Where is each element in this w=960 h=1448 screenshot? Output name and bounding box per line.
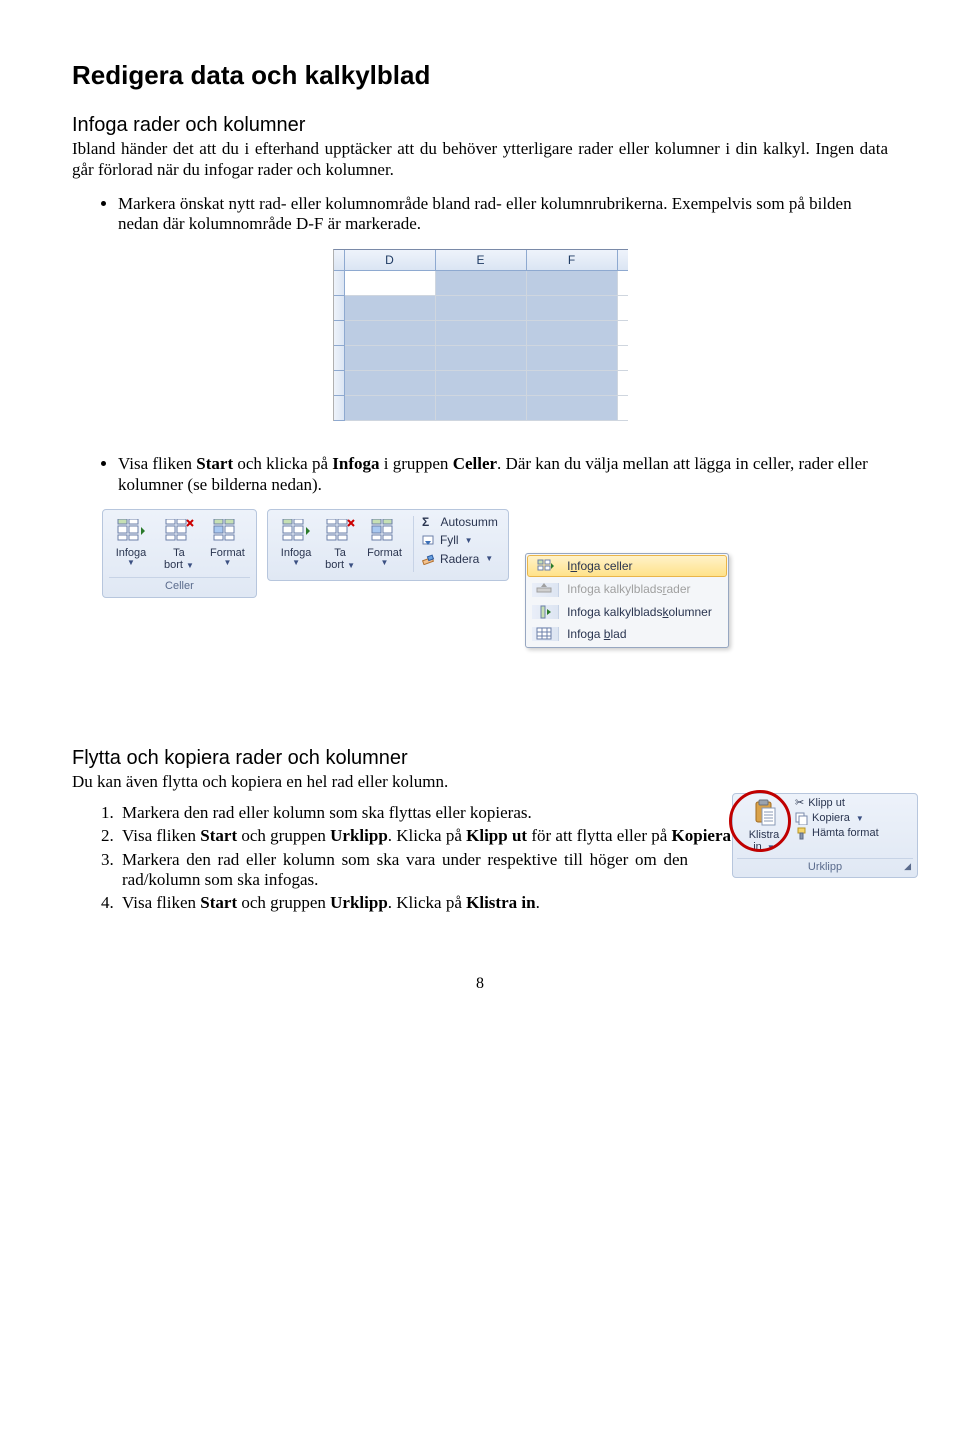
ribbon-figure: Infoga ▼ Tabort ▼ Format ▼ Celler xyxy=(72,509,888,649)
menu-item-infoga-rader[interactable]: Infoga kalkylbladsrader xyxy=(526,578,728,600)
ribbon-button-format[interactable]: Format ▼ xyxy=(362,514,407,570)
step-item: Visa fliken Start och gruppen Urklipp. K… xyxy=(118,893,888,913)
chevron-down-icon: ▼ xyxy=(347,561,355,570)
spreadsheet-selection: D E F xyxy=(333,249,628,421)
chevron-down-icon: ▼ xyxy=(767,843,775,852)
urklipp-group: Klistrain ▼ ✂Klipp ut Kopiera▼ Hämta for… xyxy=(732,793,918,878)
col-header-e: E xyxy=(436,250,527,271)
ribbon-button-tabort[interactable]: Tabort ▼ xyxy=(318,514,362,574)
col-header-d: D xyxy=(345,250,436,271)
insert-rows-icon xyxy=(536,583,554,597)
delete-cells-icon xyxy=(162,517,196,545)
bullet-list-2: Visa fliken Start och klicka på Infoga i… xyxy=(72,454,888,495)
urklipp-group-title: Urklipp◢ xyxy=(737,858,913,874)
insert-cells-icon xyxy=(114,517,148,545)
insert-sheet-icon xyxy=(536,627,554,641)
page-number: 8 xyxy=(72,974,888,993)
chevron-down-icon: ▼ xyxy=(381,559,389,567)
eraser-icon xyxy=(422,553,436,565)
format-cells-icon xyxy=(368,517,402,545)
clipboard-paste-icon xyxy=(750,799,778,829)
chevron-down-icon: ▼ xyxy=(292,559,300,567)
cut-button[interactable]: ✂Klipp ut xyxy=(795,797,879,810)
ribbon-group-celler: Infoga ▼ Tabort ▼ Format ▼ Celler xyxy=(102,509,257,598)
paste-button[interactable]: Klistrain ▼ xyxy=(737,797,791,855)
section1-intro: Ibland händer det att du i efterhand upp… xyxy=(72,139,888,180)
fill-down-icon xyxy=(422,535,436,547)
section2-intro: Du kan även flytta och kopiera en hel ra… xyxy=(72,772,888,792)
ribbon-button-format[interactable]: Format ▼ xyxy=(205,514,250,574)
menu-item-infoga-celler[interactable]: Infoga celler xyxy=(527,555,727,577)
section-heading-flytta: Flytta och kopiera rader och kolumner xyxy=(72,746,888,770)
insert-columns-icon xyxy=(536,605,554,619)
chevron-down-icon: ▼ xyxy=(856,814,864,824)
spreadsheet-figure: D E F xyxy=(72,249,888,426)
ribbon-button-infoga[interactable]: Infoga ▼ xyxy=(274,514,318,570)
autosum-button[interactable]: Σ Autosumm xyxy=(420,514,500,530)
copy-icon xyxy=(795,812,808,825)
ribbon-button-infoga[interactable]: Infoga ▼ xyxy=(109,514,153,574)
paintbrush-icon xyxy=(795,827,808,840)
ribbon-button-tabort[interactable]: Tabort ▼ xyxy=(157,514,201,574)
chevron-down-icon: ▼ xyxy=(127,559,135,567)
clear-button[interactable]: Radera▼ xyxy=(420,551,500,567)
insert-cells-small-icon xyxy=(537,559,555,573)
ribbon-group-wide: Infoga ▼ Tabort ▼ Format ▼ Σ Autosumm Fy… xyxy=(267,509,509,581)
bullet-item: Visa fliken Start och klicka på Infoga i… xyxy=(118,454,888,495)
scissors-icon: ✂ xyxy=(795,797,804,810)
bullet-item: Markera önskat nytt rad- eller kolumnomr… xyxy=(118,194,888,235)
sigma-icon: Σ xyxy=(422,515,429,529)
chevron-down-icon: ▼ xyxy=(186,561,194,570)
section-heading-infoga: Infoga rader och kolumner xyxy=(72,113,888,137)
ribbon-group-title: Celler xyxy=(109,578,250,593)
col-header-f: F xyxy=(527,250,618,271)
copy-button[interactable]: Kopiera▼ xyxy=(795,812,879,825)
format-painter-button[interactable]: Hämta format xyxy=(795,827,879,840)
bullet-list-1: Markera önskat nytt rad- eller kolumnomr… xyxy=(72,194,888,235)
chevron-down-icon: ▼ xyxy=(223,559,231,567)
menu-item-infoga-blad[interactable]: Infoga blad xyxy=(526,623,728,645)
page-title: Redigera data och kalkylblad xyxy=(72,60,888,91)
delete-cells-icon xyxy=(323,517,357,545)
dialog-launcher-icon[interactable]: ◢ xyxy=(904,861,911,872)
menu-item-infoga-kolumner[interactable]: Infoga kalkylbladskolumner xyxy=(526,601,728,623)
chevron-down-icon: ▼ xyxy=(465,536,473,546)
insert-cells-icon xyxy=(279,517,313,545)
infoga-dropdown-menu: Infoga celler Infoga kalkylbladsrader In… xyxy=(525,553,729,649)
format-cells-icon xyxy=(210,517,244,545)
chevron-down-icon: ▼ xyxy=(485,554,493,564)
fill-button[interactable]: Fyll▼ xyxy=(420,532,500,548)
